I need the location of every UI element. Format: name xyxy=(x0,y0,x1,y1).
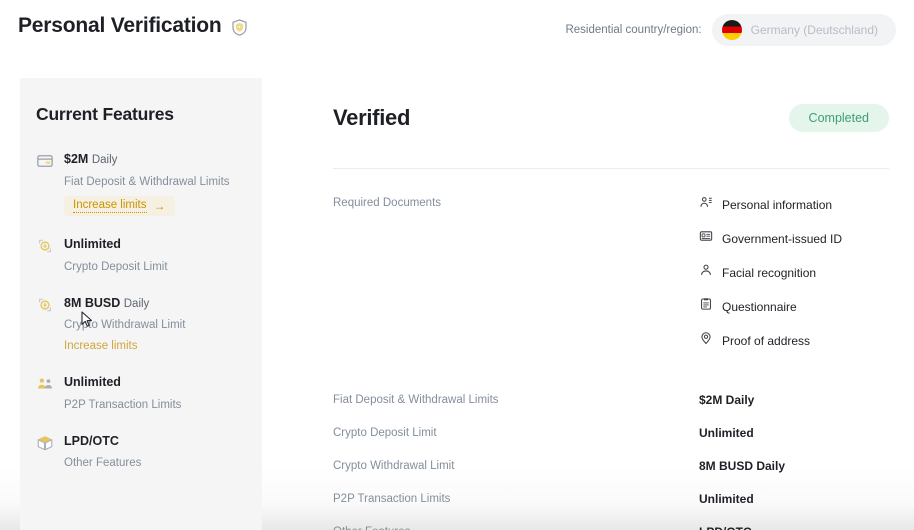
sidebar-title: Current Features xyxy=(36,104,174,124)
increase-limits-link[interactable]: Increase limits xyxy=(64,340,138,352)
feature-value: LPD/OTC xyxy=(64,433,119,448)
document-label: Facial recognition xyxy=(722,265,817,280)
residential-country-selector[interactable]: Residential country/region: Germany (Deu… xyxy=(565,14,896,46)
crypto-coin-icon xyxy=(36,295,54,354)
face-icon xyxy=(699,263,713,282)
table-row: Crypto Deposit Limit Unlimited xyxy=(333,426,889,440)
required-documents-list: Personal information Government-issued I… xyxy=(699,195,889,350)
location-pin-icon xyxy=(699,331,713,350)
page-title: Personal Verification xyxy=(18,14,222,37)
country-pill[interactable]: Germany (Deutschland) xyxy=(711,14,896,46)
feature-headline: LPD/OTC xyxy=(64,433,240,451)
increase-limits-label: Increase limits xyxy=(73,199,147,214)
feature-headline: $2M Daily xyxy=(64,151,240,169)
verification-detail-panel: Verified Completed Required Documents Pe… xyxy=(333,96,889,530)
document-label: Questionnaire xyxy=(722,299,797,314)
card-icon xyxy=(36,151,54,216)
document-label: Proof of address xyxy=(722,333,811,348)
people-icon xyxy=(36,374,54,412)
required-documents-label: Required Documents xyxy=(333,197,442,209)
limit-value: 8M BUSD Daily xyxy=(699,459,786,473)
required-documents-section: Required Documents Personal information xyxy=(333,195,889,350)
personal-verification-page: Personal Verification Residential countr… xyxy=(0,0,914,530)
germany-flag-icon xyxy=(721,20,742,40)
list-item: Questionnaire xyxy=(699,297,889,316)
list-item: Government-issued ID xyxy=(699,229,889,248)
limit-key: Fiat Deposit & Withdrawal Limits xyxy=(333,394,499,406)
feature-value: 8M BUSD xyxy=(64,295,121,310)
page-title-group: Personal Verification xyxy=(18,14,249,38)
table-row: P2P Transaction Limits Unlimited xyxy=(333,492,889,506)
clipboard-icon xyxy=(699,297,713,316)
feature-body: Unlimited P2P Transaction Limits xyxy=(64,374,240,412)
limit-value: $2M Daily xyxy=(699,393,755,407)
section-divider xyxy=(333,168,889,169)
feature-body: $2M Daily Fiat Deposit & Withdrawal Limi… xyxy=(64,151,240,217)
box-icon xyxy=(36,433,54,471)
document-label: Government-issued ID xyxy=(722,231,843,246)
list-item: Proof of address xyxy=(699,331,889,350)
verification-header: Verified Completed xyxy=(333,96,889,140)
verification-level-title: Verified xyxy=(333,105,411,130)
feature-item-crypto-withdrawal: 8M BUSD Daily Crypto Withdrawal Limit In… xyxy=(36,295,240,354)
mouse-cursor xyxy=(81,311,95,329)
limit-key: Other Features xyxy=(333,526,699,530)
table-row: Crypto Withdrawal Limit 8M BUSD Daily xyxy=(333,459,889,473)
limit-key: Crypto Withdrawal Limit xyxy=(333,460,455,472)
limit-key: Crypto Deposit Limit xyxy=(333,427,437,439)
feature-body: LPD/OTC Other Features xyxy=(64,433,240,471)
limit-value: Unlimited xyxy=(699,492,754,506)
feature-item-crypto-deposit: Unlimited Crypto Deposit Limit xyxy=(36,236,240,274)
limit-value: LPD/OTC xyxy=(699,525,889,530)
feature-value: Unlimited xyxy=(64,375,121,390)
crypto-coin-icon xyxy=(36,236,54,274)
feature-unit: Daily xyxy=(123,297,150,310)
person-info-icon xyxy=(699,195,713,214)
increase-limits-button[interactable]: Increase limits → xyxy=(64,196,175,217)
table-row: Other Features LPD/OTC xyxy=(333,525,889,530)
feature-headline: Unlimited xyxy=(64,374,240,392)
id-card-icon xyxy=(699,229,713,248)
list-item: Facial recognition xyxy=(699,263,889,282)
table-row: Fiat Deposit & Withdrawal Limits $2M Dai… xyxy=(333,393,889,407)
feature-value: Unlimited xyxy=(64,237,121,252)
limits-table: Fiat Deposit & Withdrawal Limits $2M Dai… xyxy=(333,393,889,530)
feature-unit: Daily xyxy=(91,154,118,166)
feature-description: P2P Transaction Limits xyxy=(64,398,182,411)
feature-item-other: LPD/OTC Other Features xyxy=(36,433,240,471)
feature-description: Fiat Deposit & Withdrawal Limits xyxy=(64,175,230,188)
limit-value: Unlimited xyxy=(699,426,754,440)
document-label: Personal information xyxy=(722,197,833,212)
feature-description: Other Features xyxy=(64,457,142,470)
feature-body: Unlimited Crypto Deposit Limit xyxy=(64,236,240,274)
feature-item-p2p: Unlimited P2P Transaction Limits xyxy=(36,374,240,412)
country-value: Germany (Deutschland) xyxy=(750,23,878,37)
current-features-panel: Current Features $2M Daily Fiat Deposit … xyxy=(20,78,262,530)
list-item: Personal information xyxy=(699,195,889,214)
status-badge: Completed xyxy=(788,104,889,132)
feature-headline: Unlimited xyxy=(64,236,240,254)
arrow-right-icon: → xyxy=(153,199,166,214)
feature-value: $2M xyxy=(64,152,89,166)
feature-description: Crypto Deposit Limit xyxy=(64,260,168,273)
top-bar: Personal Verification Residential countr… xyxy=(0,0,914,58)
feature-headline: 8M BUSD Daily xyxy=(64,295,240,313)
country-label: Residential country/region: xyxy=(565,24,702,36)
feature-item-fiat: $2M Daily Fiat Deposit & Withdrawal Limi… xyxy=(36,151,240,217)
limit-key: P2P Transaction Limits xyxy=(333,493,451,505)
shield-icon xyxy=(230,15,249,37)
